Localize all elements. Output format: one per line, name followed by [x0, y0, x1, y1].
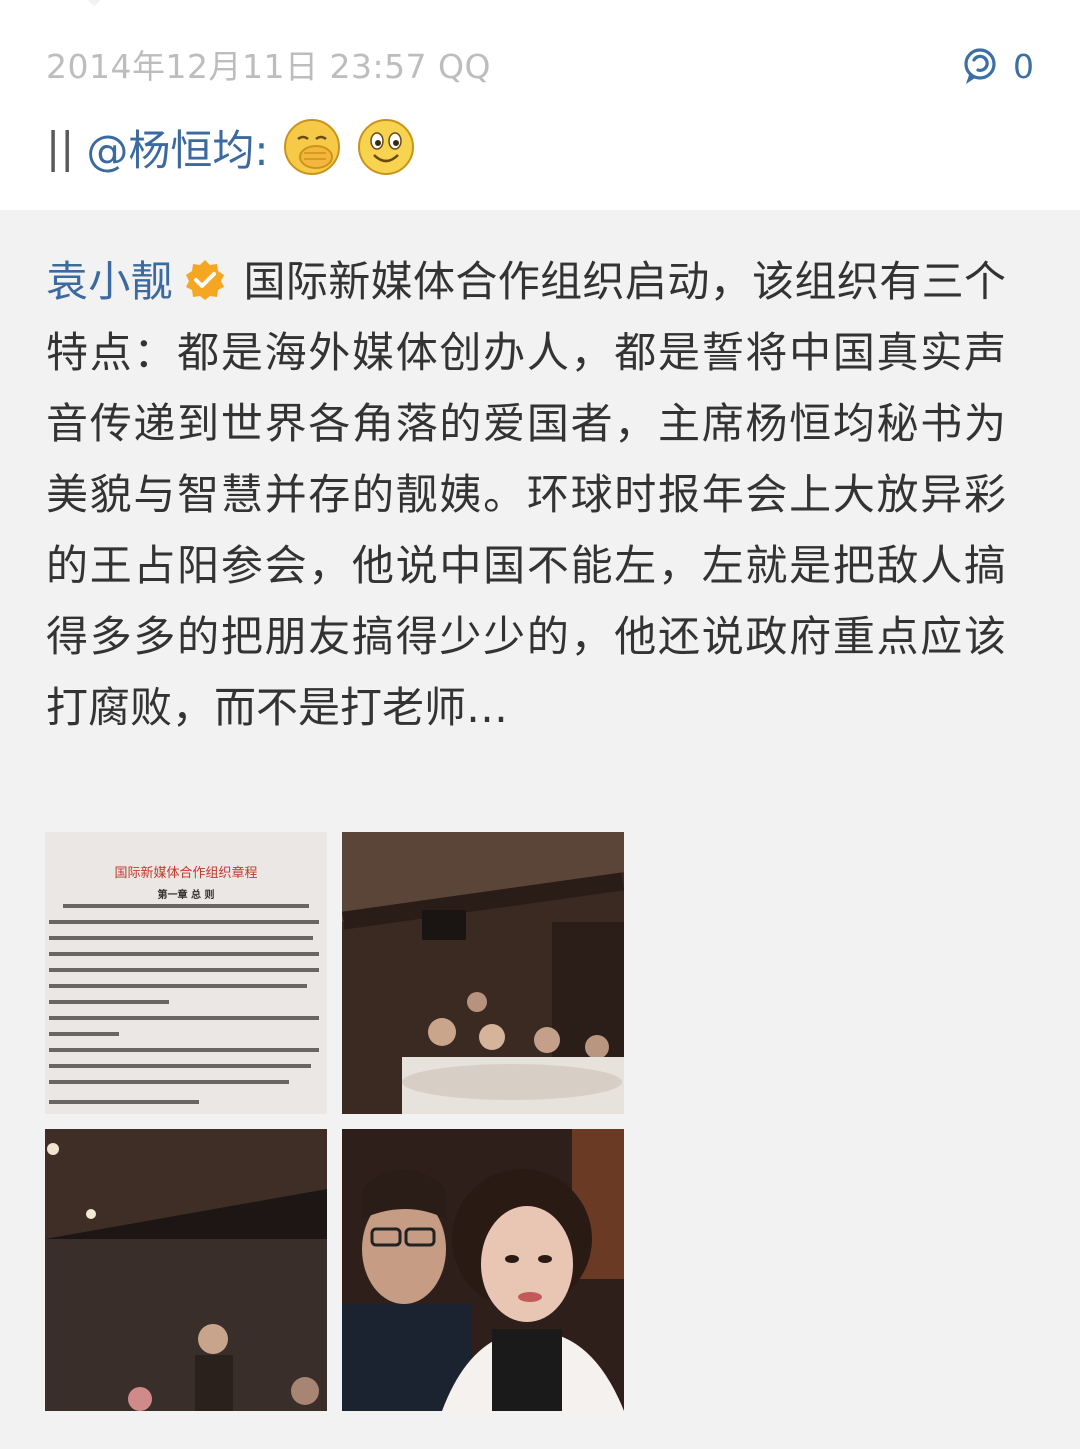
- photo-dark-room[interactable]: [45, 1129, 327, 1411]
- dinner-photo-image: [342, 832, 624, 1114]
- dark-room-photo-image: [45, 1129, 327, 1411]
- smile-emoji: [358, 119, 415, 175]
- verified-badge-icon: [186, 260, 225, 300]
- quoted-post-body: 袁小靓 国际新媒体合作组织启动，该组织有三个特点：都是海外媒体创办人，都是誓将中…: [46, 246, 1006, 743]
- comment-icon: [964, 48, 996, 84]
- repost-header: 2014年12月11日 23:57 QQ 0 || @杨恒均:: [0, 0, 1080, 210]
- post-timestamp: 2014年12月11日 23:57 QQ: [46, 47, 491, 86]
- document-chapter: 第一章 总 则: [157, 890, 215, 901]
- document-title: 国际新媒体合作组织章程: [114, 866, 258, 881]
- pointer-notch: [88, 0, 104, 6]
- author-name[interactable]: 袁小靓: [46, 257, 173, 306]
- photo-selfie[interactable]: [342, 1129, 624, 1411]
- quoted-post-text: 国际新媒体合作组织启动，该组织有三个特点：都是海外媒体创办人，都是誓将中国真实声…: [46, 257, 1006, 732]
- quoted-post[interactable]: 袁小靓 国际新媒体合作组织启动，该组织有三个特点：都是海外媒体创办人，都是誓将中…: [0, 210, 1080, 1449]
- photo-document[interactable]: 国际新媒体合作组织章程 第一章 总 则: [45, 832, 327, 1114]
- repost-separator: ||: [46, 122, 75, 172]
- photo-dinner-table[interactable]: [342, 832, 624, 1114]
- mention-link[interactable]: @杨恒均:: [86, 117, 268, 178]
- selfie-photo-image: [342, 1129, 624, 1411]
- repost-text: || @杨恒均:: [46, 112, 416, 182]
- comment-button[interactable]: 0: [961, 46, 1034, 86]
- comment-count: 0: [1013, 46, 1034, 86]
- cover-mouth-emoji: [284, 119, 341, 175]
